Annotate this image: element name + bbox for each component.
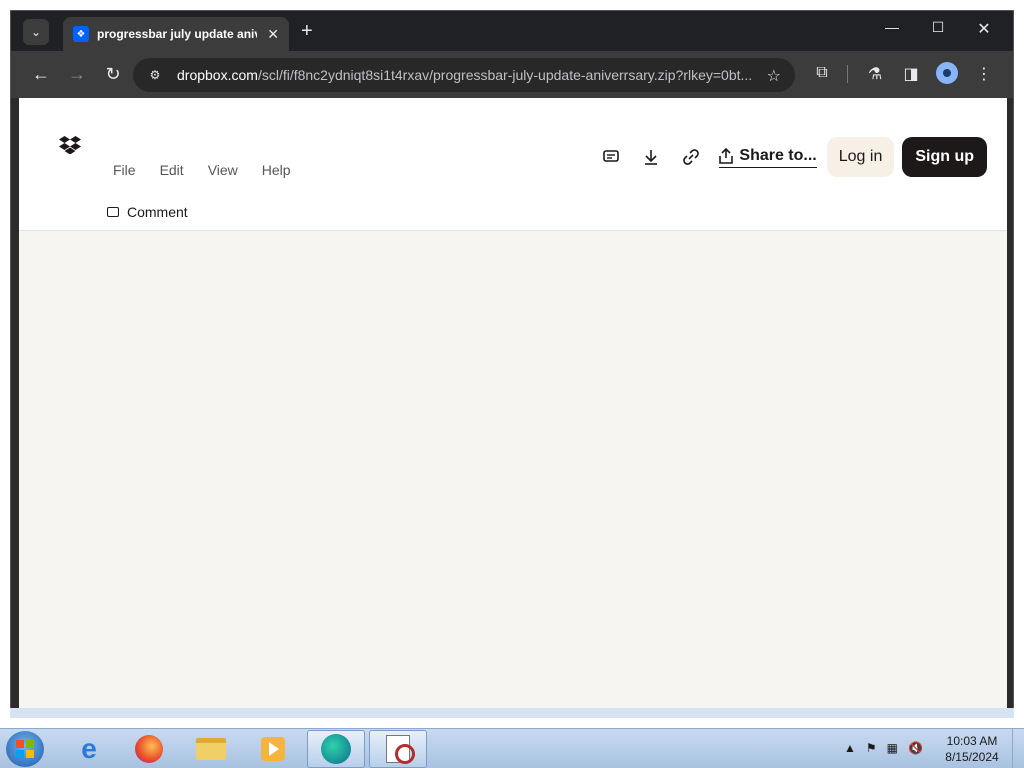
signup-button[interactable]: Sign up [902,137,987,177]
labs-flask-icon[interactable]: ⚗ [864,64,886,84]
address-bar[interactable]: ⚙ dropbox.com/scl/fi/f8nc2ydniqt8si1t4rx… [133,58,795,92]
url-text[interactable]: dropbox.com/scl/fi/f8nc2ydniqt8si1t4rxav… [177,67,769,83]
edge-icon[interactable] [307,730,365,768]
share-button[interactable]: Share to... [719,146,817,168]
browser-window: ⌄ ❖ progressbar july update aniver ✕ + —… [10,10,1014,718]
dropbox-header: File Edit View Help Comment Share to... … [19,98,1007,231]
back-button[interactable]: ← [29,64,53,85]
file-menu-bar: File Edit View Help [113,162,291,178]
tab-close-button[interactable]: ✕ [267,26,279,43]
bookmark-star-icon[interactable]: ☆ [767,66,781,86]
taskbar: e ▲ ⚑ ▦ 🔇 10:03 AM 8/15/2024 [0,728,1024,768]
tab-bar: ⌄ ❖ progressbar july update aniver ✕ + —… [11,11,1013,51]
extensions-icon[interactable]: ⧉ [811,64,833,82]
site-info-icon[interactable]: ⚙ [147,67,163,83]
action-center-flag-icon[interactable]: ⚑ [866,741,877,755]
maximize-button[interactable]: ☐ [923,19,953,36]
comment-bubble-icon[interactable] [591,137,631,177]
forward-button[interactable]: → [65,64,89,85]
tool-icon[interactable] [369,730,427,768]
comment-button[interactable]: Comment [107,204,188,220]
comment-icon [107,207,119,217]
header-actions: Share to... Log in Sign up [591,137,987,177]
page-viewport: File Edit View Help Comment Share to... … [19,98,1007,712]
file-explorer-icon[interactable] [182,730,240,768]
clock-date: 8/15/2024 [945,750,999,764]
tab-search-button[interactable]: ⌄ [23,19,49,45]
system-tray: ▲ ⚑ ▦ 🔇 [844,741,923,755]
url-host: dropbox.com [177,67,258,83]
new-tab-button[interactable]: + [301,20,313,42]
clock-time: 10:03 AM [946,734,998,748]
window-frame-bottom [10,708,1014,718]
minimize-button[interactable]: — [877,19,907,35]
chevron-down-icon: ⌄ [30,25,42,39]
url-path: /scl/fi/f8nc2ydniqt8si1t4rxav/progressba… [257,67,753,83]
login-button[interactable]: Log in [826,137,895,177]
copy-link-icon[interactable] [671,137,711,177]
start-button[interactable] [6,731,44,767]
menu-edit[interactable]: Edit [160,162,184,178]
menu-help[interactable]: Help [262,162,291,178]
menu-file[interactable]: File [113,162,136,178]
share-upload-icon [719,147,734,164]
side-panel-icon[interactable]: ◨ [900,64,922,84]
volume-muted-icon[interactable]: 🔇 [908,741,923,755]
dropbox-logo-icon[interactable] [59,136,81,159]
browser-toolbar: ← → ↻ ⚙ dropbox.com/scl/fi/f8nc2ydniqt8s… [11,51,1013,98]
internet-explorer-icon[interactable]: e [60,730,118,768]
tab-title: progressbar july update aniver [97,27,258,41]
firefox-icon[interactable] [120,730,178,768]
clock[interactable]: 10:03 AM 8/15/2024 [940,733,1004,765]
close-window-button[interactable]: ✕ [969,19,999,39]
show-desktop-button[interactable] [1012,729,1024,768]
reload-button[interactable]: ↻ [101,64,125,85]
network-icon[interactable]: ▦ [887,741,898,755]
kebab-menu-icon[interactable]: ⋮ [973,64,995,84]
download-icon[interactable] [631,137,671,177]
menu-view[interactable]: View [208,162,238,178]
media-player-icon[interactable] [244,730,302,768]
windows-logo-icon [16,740,34,758]
toolbar-divider [847,65,848,83]
share-label: Share to... [739,146,817,164]
dropbox-favicon-icon: ❖ [73,26,89,42]
profile-avatar-icon[interactable] [936,62,958,84]
tray-expand-icon[interactable]: ▲ [844,741,856,755]
tab-active[interactable]: ❖ progressbar july update aniver ✕ [63,17,289,51]
comment-label: Comment [127,204,188,220]
